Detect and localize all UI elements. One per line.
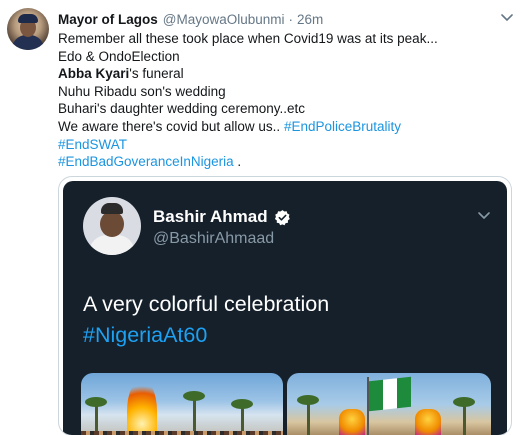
tweet-line: Edo & OndoElection: [58, 48, 180, 64]
tweet-line: Remember all these took place when Covid…: [58, 31, 438, 46]
header-separator: ·: [288, 11, 294, 27]
quoted-avatar: [83, 197, 141, 255]
quoted-avatar-robe: [89, 235, 135, 255]
palm-frond: [453, 397, 475, 407]
dancer-costume: [415, 409, 441, 435]
hashtag-link-endpolicebrutality[interactable]: #EndPoliceBrutality: [284, 119, 401, 134]
tweet-timestamp[interactable]: 26m: [297, 12, 323, 27]
flag-stripe: [369, 379, 383, 412]
flag-stripe: [383, 378, 397, 410]
chevron-down-icon[interactable]: [500, 13, 514, 23]
crowd: [81, 431, 283, 435]
quoted-author: Bashir Ahmad: [153, 207, 291, 227]
author-name[interactable]: Mayor of Lagos: [58, 12, 158, 27]
quoted-author-name: Bashir Ahmad: [153, 207, 268, 226]
tweet-line: Nuhu Ribadu son's wedding: [58, 83, 226, 99]
tweet-line-rest: 's funeral: [129, 66, 184, 82]
palm-frond: [85, 397, 107, 407]
tweet-line: #EndBadGoveranceInNigeria .: [58, 153, 508, 171]
hashtag-link-endswat[interactable]: #EndSWAT: [58, 137, 127, 152]
celebration-photo: [81, 373, 283, 435]
quoted-text-line: A very colorful celebration: [83, 292, 330, 316]
tweet-line: Abba Kyari's funeral: [58, 65, 508, 83]
hashtag-link-endbadgovernance[interactable]: #EndBadGoveranceInNigeria: [58, 154, 234, 169]
palm-frond: [231, 399, 253, 409]
quoted-tweet-screenshot: Bashir Ahmad @BashirAhmaad A very colorf…: [63, 181, 507, 435]
tweet-header: Mayor of Lagos @MayowaOlubunmi · 26m: [58, 10, 323, 28]
flag-stripe: [397, 376, 411, 409]
tweet-text: Remember all these took place when Covid…: [58, 30, 508, 171]
tweet-line: #EndSWAT: [58, 136, 508, 154]
author-handle[interactable]: @MayowaOlubunmi: [163, 12, 285, 27]
palm-frond: [183, 391, 205, 401]
dancer-costume: [339, 409, 365, 435]
palm-frond: [297, 395, 319, 405]
tweet-line: We aware there's covid but allow us.. #E…: [58, 118, 508, 136]
palm-tree: [193, 397, 196, 435]
quoted-avatar-face: [100, 211, 124, 237]
verified-badge-icon: [274, 209, 290, 225]
celebration-photo: [287, 373, 491, 435]
avatar-shirt: [12, 35, 44, 50]
palm-tree: [463, 403, 466, 435]
tweet-line-rest: .: [233, 154, 242, 170]
chevron-down-icon: [478, 212, 490, 219]
tweet-line: Buhari's daughter wedding ceremony..etc: [58, 101, 305, 117]
bold-name: Abba Kyari: [58, 66, 130, 82]
quoted-avatar-cap: [101, 203, 123, 214]
author-avatar[interactable]: [7, 8, 49, 50]
nigerian-flag: [369, 376, 411, 412]
fireworks-flame: [127, 379, 157, 435]
tweet-line-text: We aware there's covid but allow us..: [58, 118, 284, 134]
quoted-author-handle: @BashirAhmaad: [153, 230, 275, 247]
tweet[interactable]: Mayor of Lagos @MayowaOlubunmi · 26m Rem…: [0, 0, 524, 435]
avatar-cap: [18, 14, 38, 23]
quoted-text: A very colorful celebration #NigeriaAt60: [83, 289, 329, 351]
quoted-tweet-card[interactable]: Bashir Ahmad @BashirAhmaad A very colorf…: [58, 176, 512, 435]
palm-tree: [307, 401, 310, 435]
quoted-hashtag: #NigeriaAt60: [83, 323, 208, 347]
